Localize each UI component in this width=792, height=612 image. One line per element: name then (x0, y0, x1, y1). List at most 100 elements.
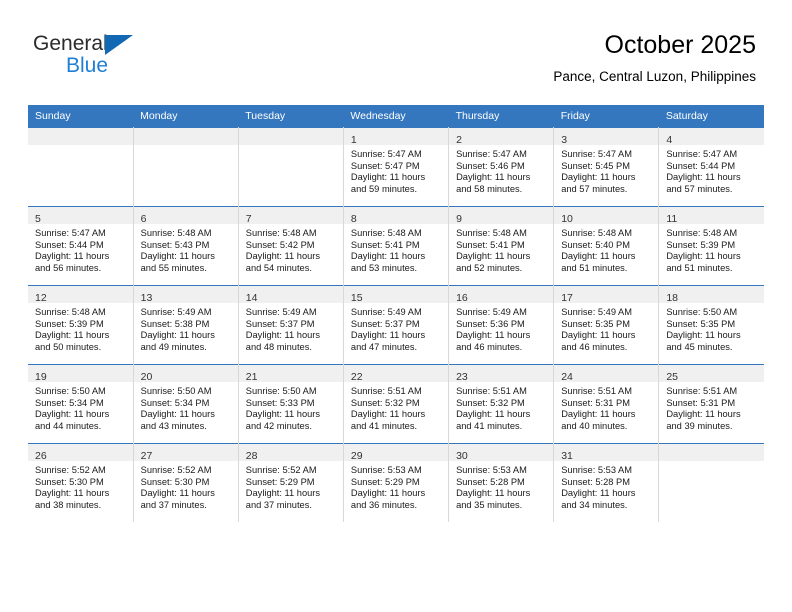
day-number-band: 7 (238, 207, 343, 225)
sunrise-text: Sunrise: 5:52 AM (35, 465, 106, 475)
calendar-day-cell[interactable]: 31 Sunrise: 5:53 AM Sunset: 5:28 PM Dayligh… (553, 443, 660, 522)
calendar-day-cell[interactable]: 12 Sunrise: 5:48 AM Sunset: 5:39 PM Dayligh… (28, 285, 134, 365)
sunset-text: Sunset: 5:37 PM (245, 318, 315, 329)
sunrise-text: Sunrise: 5:48 AM (666, 228, 738, 238)
calendar-day-cell[interactable]: 7 Sunrise: 5:48 AM Sunset: 5:42 PM Daylight… (237, 206, 344, 286)
day-number: 30 (456, 450, 468, 462)
daylight-text-line1: Daylight: 11 hours (456, 251, 531, 262)
day-number: 20 (140, 371, 153, 383)
calendar-day-cell[interactable]: 5 Sunrise: 5:47 AM Sunset: 5:44 PM Daylight… (28, 206, 134, 286)
sunset-text: Sunset: 5:43 PM (140, 239, 210, 250)
sunrise-text: Sunrise: 5:48 AM (561, 228, 633, 238)
daylight-text-line1: Daylight: 11 hours (35, 251, 110, 262)
sunrise-text: Sunrise: 5:52 AM (245, 465, 317, 475)
daylight-text-line2: and 54 minutes. (245, 262, 312, 273)
day-number-band: 13 (133, 286, 238, 304)
sunset-text: Sunset: 5:31 PM (666, 397, 736, 408)
day-details: Sunrise: 5:48 AM Sunset: 5:41 PM Daylight:… (344, 224, 448, 274)
calendar-day-cell[interactable]: 18 Sunrise: 5:50 AM Sunset: 5:35 PM Dayligh… (658, 285, 764, 365)
day-details: Sunrise: 5:49 AM Sunset: 5:36 PM Daylight:… (449, 303, 553, 353)
sunset-text: Sunset: 5:45 PM (561, 160, 630, 171)
day-number-band: 8 (343, 207, 449, 225)
daylight-text-line2: and 52 minutes. (456, 262, 523, 273)
calendar-day-cell[interactable]: 30 Sunrise: 5:53 AM Sunset: 5:28 PM Dayligh… (448, 443, 555, 522)
calendar-day-cell[interactable]: 8 Sunrise: 5:48 AM Sunset: 5:41 PM Daylight… (342, 206, 450, 286)
logo-triangle-icon (105, 35, 133, 55)
day-details: Sunrise: 5:53 AM Sunset: 5:28 PM Daylight:… (554, 461, 658, 511)
daylight-text-line1: Daylight: 11 hours (245, 330, 321, 341)
calendar-day-cell[interactable]: 22 Sunrise: 5:51 AM Sunset: 5:32 PM Dayligh… (342, 364, 450, 444)
daylight-text-line2: and 46 minutes. (561, 341, 628, 352)
sunrise-text: Sunrise: 5:51 AM (666, 386, 738, 396)
day-number: 25 (666, 371, 679, 383)
calendar-day-cell[interactable]: 16 Sunrise: 5:49 AM Sunset: 5:36 PM Dayligh… (448, 285, 555, 365)
logo-text-general: General (33, 32, 108, 55)
calendar-day-cell[interactable]: 29 Sunrise: 5:53 AM Sunset: 5:29 PM Dayligh… (342, 443, 450, 522)
day-details: Sunrise: 5:53 AM Sunset: 5:29 PM Daylight:… (344, 461, 448, 511)
calendar-day-cell[interactable]: 28 Sunrise: 5:52 AM Sunset: 5:29 PM Dayligh… (237, 443, 344, 522)
day-number-band: 3 (554, 128, 659, 146)
daylight-text-line1: Daylight: 11 hours (456, 488, 531, 499)
calendar-day-cell[interactable]: 26 Sunrise: 5:52 AM Sunset: 5:30 PM Dayligh… (28, 443, 134, 522)
sunrise-text: Sunrise: 5:50 AM (35, 386, 106, 396)
daylight-text-line1: Daylight: 11 hours (350, 488, 426, 499)
calendar-day-cell[interactable]: 14 Sunrise: 5:49 AM Sunset: 5:37 PM Dayligh… (237, 285, 344, 365)
calendar-day-cell[interactable]: 20 Sunrise: 5:50 AM Sunset: 5:34 PM Dayligh… (132, 364, 239, 444)
calendar-day-cell[interactable]: 2 Sunrise: 5:47 AM Sunset: 5:46 PM Daylight… (448, 127, 555, 207)
sunset-text: Sunset: 5:46 PM (456, 160, 525, 171)
day-number: 13 (140, 292, 153, 304)
calendar-day-cell[interactable]: 21 Sunrise: 5:50 AM Sunset: 5:33 PM Dayligh… (237, 364, 344, 444)
day-number-band: 25 (659, 365, 764, 383)
day-number-band (659, 444, 764, 461)
day-number-band: 22 (343, 365, 449, 383)
calendar-day-cell[interactable]: 23 Sunrise: 5:51 AM Sunset: 5:32 PM Dayligh… (448, 364, 555, 444)
calendar-day-cell[interactable]: 24 Sunrise: 5:51 AM Sunset: 5:31 PM Dayligh… (553, 364, 660, 444)
daylight-text-line1: Daylight: 11 hours (35, 488, 110, 499)
calendar-empty-cell (237, 127, 344, 207)
sunrise-text: Sunrise: 5:50 AM (140, 386, 212, 396)
calendar-day-cell[interactable]: 27 Sunrise: 5:52 AM Sunset: 5:30 PM Dayligh… (132, 443, 239, 522)
day-number: 10 (561, 213, 573, 225)
page-subtitle: Pance, Central Luzon, Philippines (553, 69, 756, 84)
calendar-day-cell[interactable]: 15 Sunrise: 5:49 AM Sunset: 5:37 PM Dayligh… (342, 285, 450, 365)
day-number: 31 (561, 450, 573, 462)
calendar-day-cell[interactable]: 11 Sunrise: 5:48 AM Sunset: 5:39 PM Dayligh… (658, 206, 764, 286)
calendar-day-cell[interactable]: 19 Sunrise: 5:50 AM Sunset: 5:34 PM Dayligh… (28, 364, 134, 444)
sunset-text: Sunset: 5:30 PM (35, 476, 104, 487)
day-details: Sunrise: 5:53 AM Sunset: 5:28 PM Daylight:… (449, 461, 553, 511)
daylight-text-line1: Daylight: 11 hours (350, 172, 426, 183)
calendar-day-cell[interactable]: 4 Sunrise: 5:47 AM Sunset: 5:44 PM Daylight… (658, 127, 764, 207)
calendar-day-cell[interactable]: 13 Sunrise: 5:49 AM Sunset: 5:38 PM Dayligh… (132, 285, 239, 365)
day-number: 14 (245, 292, 258, 304)
sunset-text: Sunset: 5:42 PM (245, 239, 315, 250)
calendar-day-cell[interactable]: 9 Sunrise: 5:48 AM Sunset: 5:41 PM Daylight… (448, 206, 555, 286)
general-blue-logo[interactable]: General Blue (33, 32, 213, 84)
calendar-day-cell[interactable]: 1 Sunrise: 5:47 AM Sunset: 5:47 PM Daylight… (342, 127, 450, 207)
daylight-text-line1: Daylight: 11 hours (561, 251, 636, 262)
daylight-text-line1: Daylight: 11 hours (245, 488, 321, 499)
sunrise-text: Sunrise: 5:48 AM (140, 228, 212, 238)
day-details: Sunrise: 5:48 AM Sunset: 5:43 PM Daylight:… (134, 224, 238, 274)
calendar-day-cell[interactable]: 17 Sunrise: 5:49 AM Sunset: 5:35 PM Dayligh… (553, 285, 660, 365)
day-number-band: 28 (238, 444, 343, 462)
calendar-day-cell[interactable]: 3 Sunrise: 5:47 AM Sunset: 5:45 PM Daylight… (553, 127, 660, 207)
logo-text-blue: Blue (66, 54, 109, 77)
daylight-text-line2: and 57 minutes. (561, 183, 628, 194)
calendar-day-cell[interactable]: 25 Sunrise: 5:51 AM Sunset: 5:31 PM Dayligh… (658, 364, 764, 444)
sunset-text: Sunset: 5:35 PM (561, 318, 630, 329)
daylight-text-line2: and 56 minutes. (35, 262, 102, 273)
day-number-band: 19 (28, 365, 133, 383)
calendar-day-cell[interactable]: 6 Sunrise: 5:48 AM Sunset: 5:43 PM Daylight… (132, 206, 239, 286)
day-number: 4 (666, 134, 673, 146)
day-number: 1 (350, 134, 357, 146)
daylight-text-line1: Daylight: 11 hours (140, 330, 215, 341)
daylight-text-line2: and 45 minutes. (666, 341, 733, 352)
sunset-text: Sunset: 5:44 PM (35, 239, 104, 250)
weekday-header-sunday: Sunday (28, 105, 134, 128)
title-block: October 2025 Pance, Central Luzon, Phili… (553, 30, 756, 86)
weekday-header-thursday: Thursday (448, 105, 554, 128)
calendar-day-cell[interactable]: 10 Sunrise: 5:48 AM Sunset: 5:40 PM Dayligh… (553, 206, 660, 286)
sunset-text: Sunset: 5:29 PM (245, 476, 315, 487)
daylight-text-line1: Daylight: 11 hours (35, 330, 110, 341)
day-number-band: 14 (238, 286, 343, 304)
